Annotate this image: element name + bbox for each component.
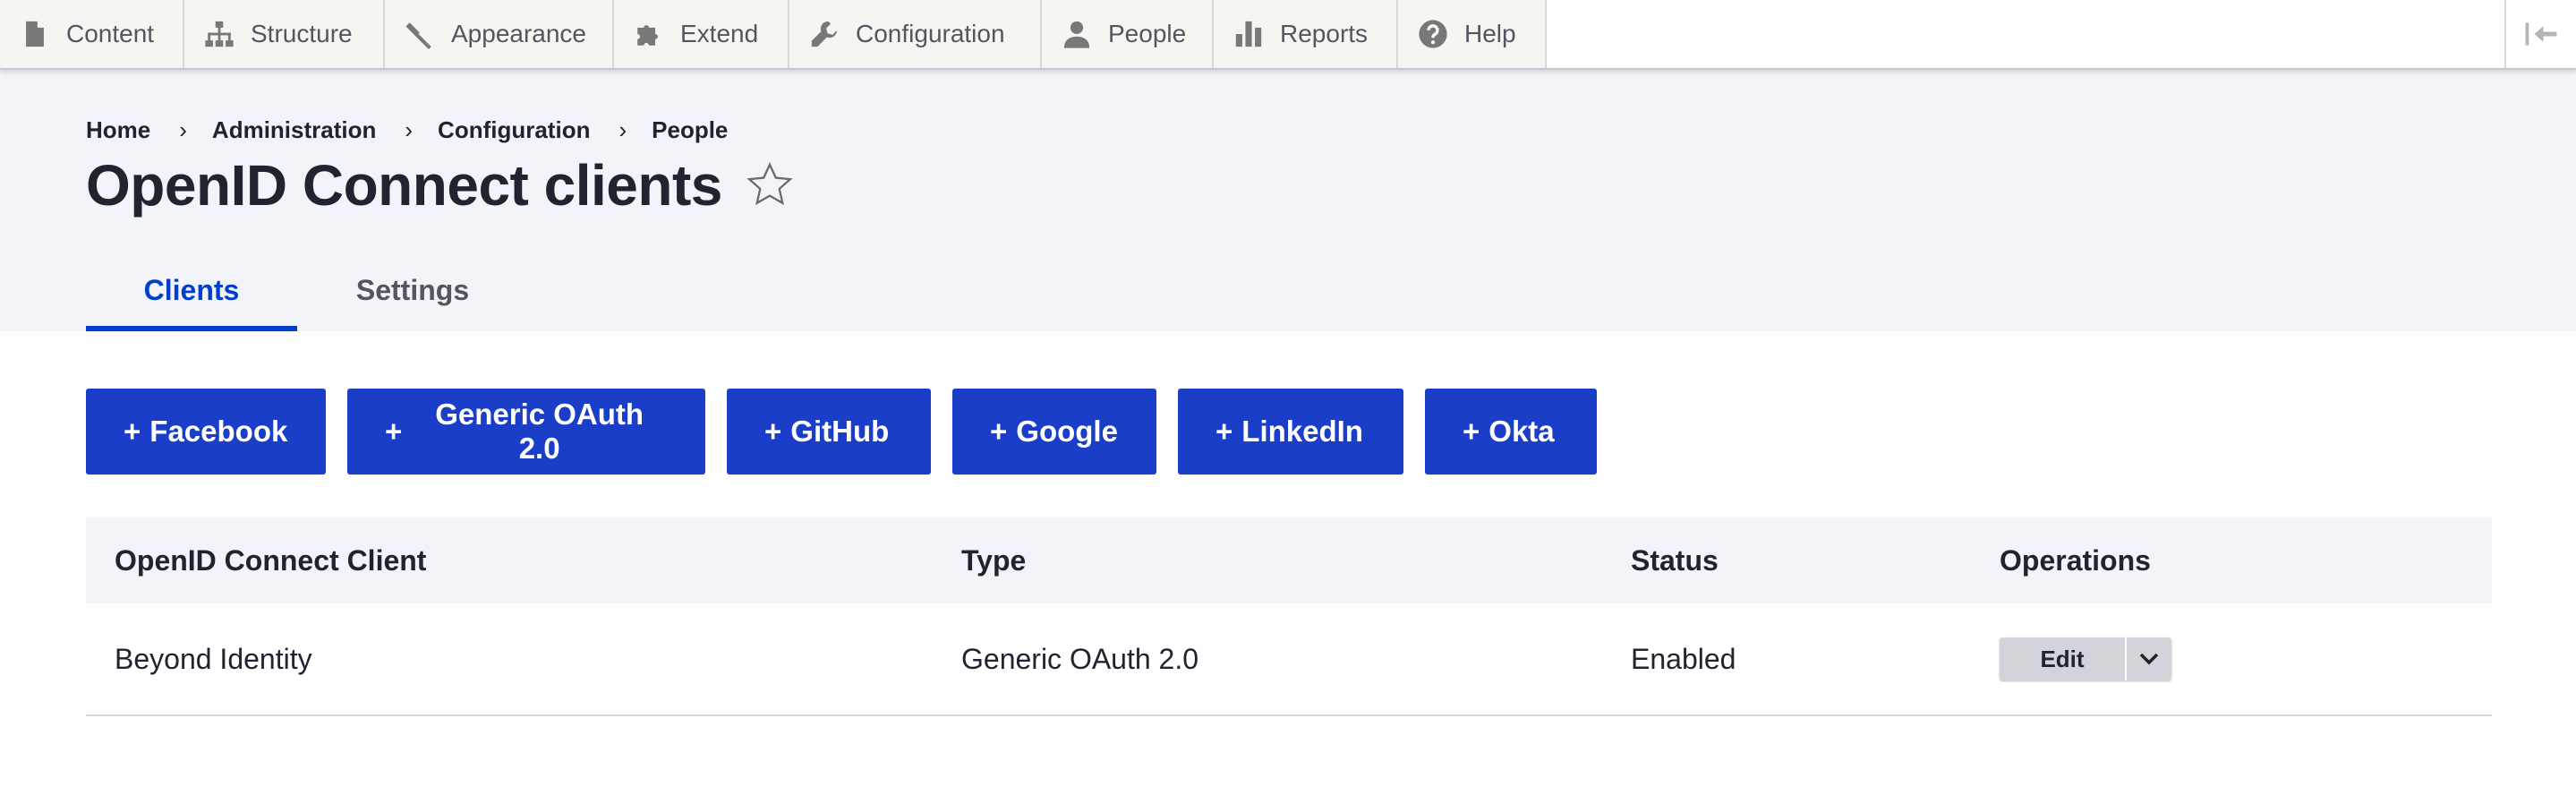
toolbar-label: Extend bbox=[680, 20, 759, 47]
add-generic-oauth-button[interactable]: + Generic OAuth 2.0 bbox=[347, 389, 705, 475]
operations-dropbutton: Edit bbox=[2000, 637, 2171, 680]
page-header: Home › Administration › Configuration › … bbox=[0, 70, 2576, 331]
collapse-sidebar-icon bbox=[2525, 22, 2557, 46]
star-icon[interactable] bbox=[745, 159, 795, 210]
header-operations: Operations bbox=[2000, 543, 2151, 577]
toolbar-item-people[interactable]: People bbox=[1042, 0, 1214, 68]
breadcrumb-home[interactable]: Home bbox=[86, 116, 150, 144]
clients-table: OpenID Connect Client Type Status Operat… bbox=[86, 517, 2492, 716]
sitemap-icon bbox=[205, 21, 234, 47]
add-github-button[interactable]: + GitHub bbox=[727, 389, 931, 475]
person-icon bbox=[1063, 21, 1090, 48]
collapse-sidebar-button[interactable] bbox=[2504, 0, 2576, 68]
breadcrumb-administration[interactable]: Administration bbox=[212, 116, 376, 144]
toolbar-item-structure[interactable]: Structure bbox=[184, 0, 385, 68]
page-title: OpenID Connect clients bbox=[86, 153, 722, 218]
chevron-down-icon bbox=[2139, 653, 2159, 665]
breadcrumb-separator: › bbox=[405, 116, 414, 143]
paint-icon bbox=[405, 22, 431, 49]
cell-status: Enabled bbox=[1631, 642, 1736, 675]
header-type: Type bbox=[961, 543, 1027, 577]
cell-type: Generic OAuth 2.0 bbox=[961, 642, 1199, 675]
toolbar-item-appearance[interactable]: Appearance bbox=[385, 0, 614, 68]
toolbar-item-content[interactable]: Content bbox=[0, 0, 184, 68]
header-status: Status bbox=[1631, 543, 1719, 577]
admin-toolbar: Content Structure Appearance Extend Conf… bbox=[0, 0, 2576, 70]
puzzle-icon bbox=[637, 25, 658, 46]
cell-client: Beyond Identity bbox=[115, 642, 312, 675]
toolbar-item-configuration[interactable]: Configuration bbox=[789, 0, 1042, 68]
breadcrumb: Home › Administration › Configuration › … bbox=[86, 116, 728, 144]
toolbar-label: Structure bbox=[251, 20, 353, 47]
edit-button[interactable]: Edit bbox=[2000, 637, 2127, 680]
help-icon bbox=[1419, 20, 1447, 48]
toolbar-label: Configuration bbox=[856, 20, 1005, 47]
toolbar-item-extend[interactable]: Extend bbox=[614, 0, 789, 68]
tabs: Clients Settings bbox=[86, 249, 528, 331]
toolbar-label: People bbox=[1108, 20, 1187, 47]
breadcrumb-configuration[interactable]: Configuration bbox=[438, 116, 590, 144]
tab-settings[interactable]: Settings bbox=[297, 249, 528, 331]
tab-clients[interactable]: Clients bbox=[86, 249, 297, 331]
bar-chart-icon bbox=[1235, 21, 1262, 47]
operations-toggle[interactable] bbox=[2127, 637, 2171, 680]
toolbar-item-help[interactable]: Help bbox=[1398, 0, 1547, 68]
toolbar-label: Help bbox=[1464, 20, 1516, 47]
toolbar-label: Reports bbox=[1280, 20, 1369, 47]
add-okta-button[interactable]: + Okta bbox=[1425, 389, 1597, 475]
toolbar-label: Appearance bbox=[451, 20, 587, 47]
toolbar-label: Content bbox=[66, 20, 155, 47]
wrench-icon bbox=[811, 21, 838, 47]
table-header: OpenID Connect Client Type Status Operat… bbox=[86, 517, 2492, 603]
add-linkedin-button[interactable]: + LinkedIn bbox=[1178, 389, 1403, 475]
file-icon bbox=[26, 21, 44, 47]
toolbar-item-reports[interactable]: Reports bbox=[1214, 0, 1398, 68]
header-client: OpenID Connect Client bbox=[115, 543, 427, 577]
breadcrumb-separator: › bbox=[179, 116, 187, 143]
add-google-button[interactable]: + Google bbox=[952, 389, 1156, 475]
breadcrumb-people[interactable]: People bbox=[652, 116, 728, 144]
table-row: Beyond Identity Generic OAuth 2.0 Enable… bbox=[86, 603, 2492, 716]
add-client-buttons: + Facebook + Generic OAuth 2.0 + GitHub + Go… bbox=[86, 389, 1597, 475]
breadcrumb-separator: › bbox=[618, 116, 627, 143]
add-facebook-button[interactable]: + Facebook bbox=[86, 389, 326, 475]
